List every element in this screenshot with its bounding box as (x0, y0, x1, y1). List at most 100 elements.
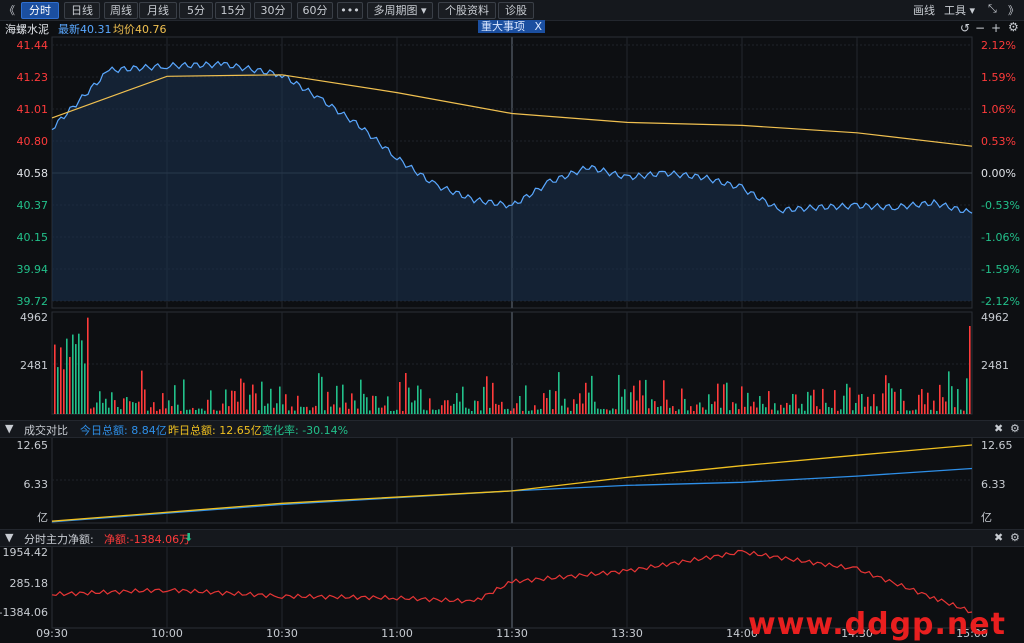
volume-bar (549, 389, 551, 414)
volume-bar (54, 344, 56, 414)
volume-bar (717, 383, 719, 414)
volume-bar (741, 386, 743, 414)
volume-bar (681, 388, 683, 414)
volume-bar (147, 410, 149, 414)
volume-bar (897, 410, 899, 414)
volume-bar (873, 394, 875, 414)
pct-tick-right: -0.53% (981, 199, 1020, 212)
volume-bar (189, 409, 191, 414)
volume-bar (789, 404, 791, 414)
volume-bar (540, 408, 542, 414)
volume-bar (417, 385, 419, 414)
close-icon[interactable]: ✖ (994, 531, 1003, 544)
volume-bar (210, 390, 212, 414)
volume-bar (393, 410, 395, 414)
volume-bar (915, 409, 917, 414)
volume-bar (495, 403, 497, 414)
volume-bar (87, 317, 89, 414)
volume-bar (660, 406, 662, 414)
volume-bar (102, 402, 104, 414)
volume-bar (111, 392, 113, 414)
volume-bar (597, 408, 599, 414)
volume-bar (657, 407, 659, 414)
volume-bar (846, 383, 848, 414)
volume-bar (519, 395, 521, 414)
volume-bar (474, 400, 476, 414)
volume-bar (204, 410, 206, 414)
volume-bar (678, 409, 680, 414)
volume-bar (459, 401, 461, 414)
volume-bar (279, 386, 281, 414)
volume-bar (414, 400, 416, 414)
flow-tick: -1384.06 (0, 606, 48, 619)
volume-bar (150, 407, 152, 414)
volume-bar (249, 394, 251, 414)
price-tick-left: 41.23 (17, 71, 49, 84)
yesterday-total: 昨日总额: 12.65亿 (168, 424, 262, 437)
volume-tick: 2481 (981, 359, 1009, 372)
price-tick-left: 40.15 (17, 231, 49, 244)
volume-bar (447, 400, 449, 414)
gear-icon[interactable]: ⚙ (1010, 422, 1020, 435)
volume-bar (795, 394, 797, 414)
volume-bar (633, 385, 635, 414)
volume-bar (159, 409, 161, 414)
volume-bar (747, 392, 749, 414)
volume-bar (105, 398, 107, 414)
volume-bar (246, 409, 248, 414)
volume-bar (282, 404, 284, 414)
volume-bar (558, 372, 560, 414)
volume-bar (117, 407, 119, 414)
volume-bar (927, 392, 929, 414)
chevron-down-icon[interactable]: ▼ (5, 531, 13, 544)
volume-bar (843, 395, 845, 414)
compare-tick: 6.33 (24, 478, 49, 491)
close-icon[interactable]: ✖ (994, 422, 1003, 435)
flow-title: 分时主力净额: (24, 533, 94, 546)
volume-bar (276, 403, 278, 414)
volume-bar (285, 394, 287, 414)
volume-bar (402, 410, 404, 414)
gear-icon[interactable]: ⚙ (1010, 531, 1020, 544)
volume-bar (627, 409, 629, 414)
volume-bar (753, 401, 755, 414)
volume-bar (174, 385, 176, 414)
volume-bar (564, 398, 566, 414)
volume-bar (453, 403, 455, 414)
volume-bar (615, 409, 617, 414)
volume-bar (486, 376, 488, 414)
pct-tick-right: -1.59% (981, 263, 1020, 276)
volume-bar (336, 385, 338, 414)
volume-bar (720, 407, 722, 414)
volume-bar (966, 378, 968, 414)
volume-bar (378, 407, 380, 414)
volume-bar (411, 402, 413, 414)
time-tick: 10:30 (266, 627, 298, 640)
volume-bar (477, 401, 479, 414)
volume-bar (888, 383, 890, 414)
volume-bar (66, 338, 68, 414)
volume-bar (813, 389, 815, 414)
volume-bar (600, 409, 602, 414)
volume-bar (429, 398, 431, 414)
volume-bar (672, 406, 674, 414)
volume-bar (876, 406, 878, 414)
volume-bar (555, 391, 557, 414)
volume-bar (618, 374, 620, 414)
volume-bar (807, 391, 809, 414)
volume-bar (324, 410, 326, 414)
volume-bar (129, 401, 131, 414)
volume-bar (303, 407, 305, 414)
change-rate: 变化率: -30.14% (262, 424, 349, 437)
volume-bar (462, 386, 464, 414)
volume-bar (480, 410, 482, 414)
volume-bar (621, 396, 623, 414)
volume-bar (216, 410, 218, 414)
pct-tick-right: 2.12% (981, 39, 1016, 52)
pct-tick-right: 0.00% (981, 167, 1016, 180)
volume-bar (963, 410, 965, 414)
time-tick: 10:00 (151, 627, 183, 640)
chevron-down-icon[interactable]: ▼ (5, 422, 13, 435)
time-tick: 09:30 (36, 627, 68, 640)
volume-bar (138, 401, 140, 414)
